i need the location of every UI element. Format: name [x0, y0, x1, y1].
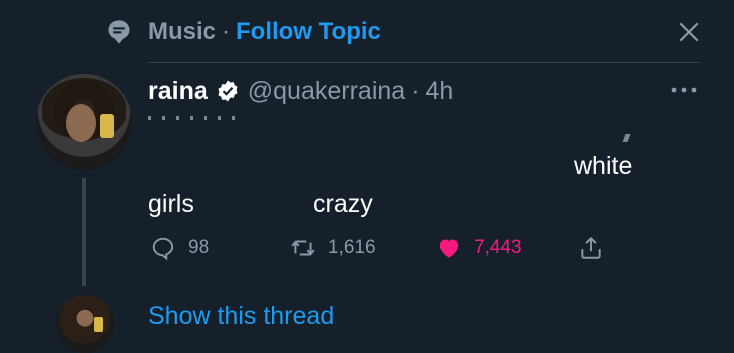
- header-separator: ·: [411, 76, 420, 105]
- more-options-icon[interactable]: [668, 78, 700, 102]
- redacted-text-fragment: [148, 116, 238, 120]
- thread-avatar[interactable]: [56, 295, 114, 353]
- follow-topic-link[interactable]: Follow Topic: [236, 18, 381, 46]
- reply-button[interactable]: 98: [150, 232, 209, 264]
- divider: [148, 62, 700, 63]
- thread-connector-line: [82, 178, 86, 286]
- verified-badge-icon: [218, 80, 238, 102]
- like-count: 7,443: [474, 237, 522, 258]
- reply-count: 98: [188, 237, 210, 258]
- retweet-icon: [291, 240, 315, 256]
- share-button[interactable]: [578, 232, 604, 264]
- retweet-count: 1,616: [328, 237, 376, 258]
- heart-icon: [439, 239, 459, 258]
- tweet-header: raina @quakerraina · 4h: [148, 74, 453, 108]
- share-icon: [581, 236, 601, 259]
- redacted-text-fragment: [622, 134, 631, 142]
- close-icon[interactable]: [674, 17, 704, 47]
- topic-row: Music · Follow Topic: [105, 14, 381, 50]
- show-thread-link[interactable]: Show this thread: [148, 302, 334, 331]
- user-handle[interactable]: @quakerraina: [248, 77, 405, 106]
- topic-tag-icon: [108, 20, 130, 44]
- display-name[interactable]: raina: [148, 77, 208, 106]
- topic-separator: ·: [222, 18, 231, 45]
- retweet-button[interactable]: 1,616: [290, 232, 376, 264]
- tweet-text-word: girls: [148, 190, 194, 218]
- like-button[interactable]: 7,443: [436, 232, 522, 264]
- avatar[interactable]: [36, 74, 132, 170]
- topic-label[interactable]: Music: [148, 18, 216, 46]
- tweet-text-word: white: [574, 152, 633, 180]
- reply-icon: [152, 237, 174, 261]
- tweet-timestamp[interactable]: 4h: [426, 77, 454, 106]
- tweet-text-word: crazy: [313, 190, 373, 218]
